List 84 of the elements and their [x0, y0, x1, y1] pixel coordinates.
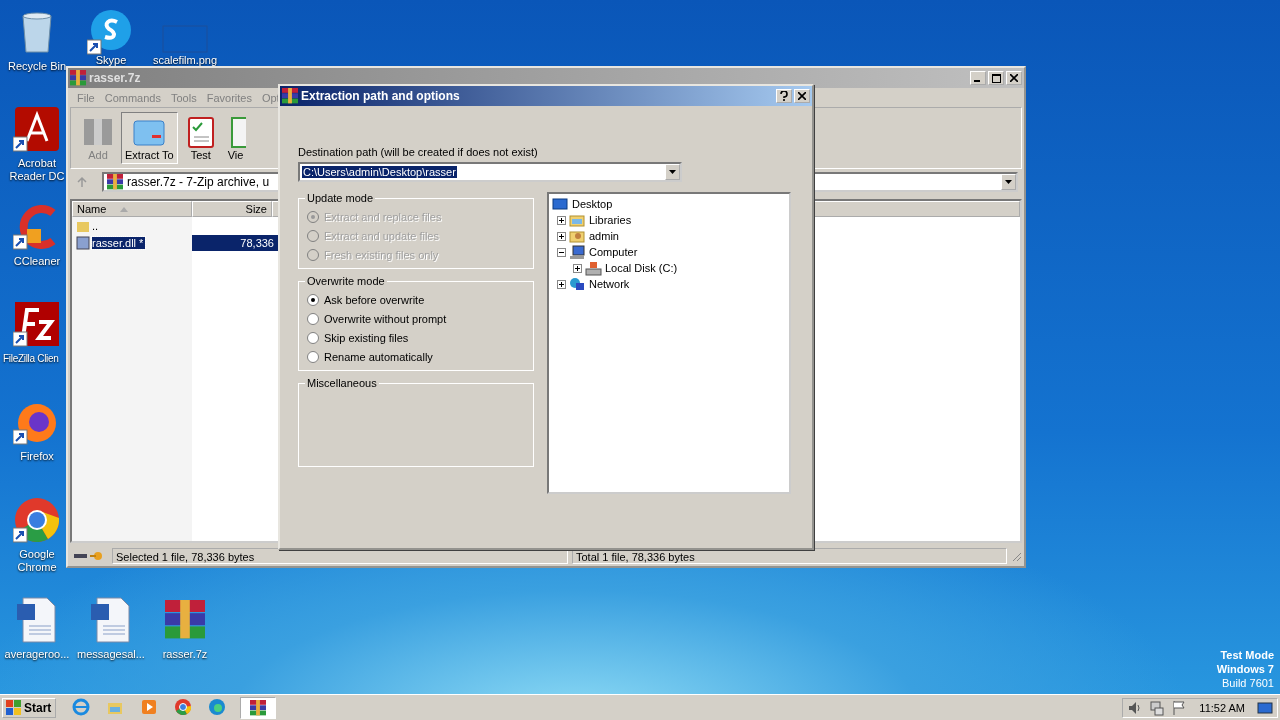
windows-logo-icon	[6, 699, 22, 716]
tree-item[interactable]: Desktop	[572, 198, 613, 210]
dialog-title: Extraction path and options	[301, 89, 460, 103]
sort-arrow-icon	[120, 206, 129, 212]
expand-icon[interactable]	[557, 231, 566, 241]
desktop-icon	[552, 196, 569, 212]
clock[interactable]: 11:52 AM	[1199, 701, 1245, 714]
group-title: Update mode	[306, 192, 375, 204]
network-icon[interactable]	[1149, 699, 1166, 716]
radio-button[interactable]	[307, 332, 319, 344]
file-name-cell[interactable]: rasser.dll *	[72, 236, 192, 250]
icon-label: Skype	[95, 54, 127, 67]
archive-icon	[70, 70, 86, 86]
resize-grip[interactable]	[1011, 550, 1022, 562]
disk-icon	[585, 260, 602, 276]
media-player-icon	[140, 697, 159, 716]
chrome-icon[interactable]	[13, 496, 61, 544]
column-header[interactable]: Name	[72, 201, 192, 217]
icon-label: messagesal...	[77, 648, 145, 661]
maximize-icon	[991, 73, 1001, 83]
field-label: Destination path (will be created if does not exist)	[298, 146, 539, 158]
toolbar-button[interactable]: Vie	[223, 112, 247, 164]
collapse-icon[interactable]	[557, 247, 566, 257]
tree-item[interactable]: Network	[589, 278, 630, 290]
file-icon	[76, 236, 90, 250]
window-title: rasser.7z	[89, 71, 141, 85]
internet-explorer-icon	[72, 697, 91, 716]
help-button[interactable]	[776, 89, 792, 103]
radio-button[interactable]	[307, 351, 319, 363]
icon-label: FileZilla Clien	[3, 352, 59, 365]
computer-icon	[569, 244, 586, 260]
filezilla-icon[interactable]	[13, 300, 61, 348]
destination-path-field[interactable]: C:\Users\admin\Desktop\rasser	[298, 162, 682, 182]
system-info-text: Test Mode	[1220, 648, 1274, 662]
radio-button[interactable]	[307, 294, 319, 306]
group-title: Miscellaneous	[306, 377, 378, 389]
close-icon	[1010, 74, 1018, 82]
archive-icon	[107, 174, 123, 190]
caret-icon	[1005, 180, 1012, 184]
icon-label: CCleaner	[13, 255, 61, 268]
acrobat-icon[interactable]	[13, 105, 61, 153]
option-label[interactable]: Rename automatically	[324, 351, 433, 363]
chrome-icon	[174, 697, 193, 716]
file-name-cell[interactable]: ..	[72, 219, 192, 233]
expand-icon[interactable]	[557, 279, 566, 289]
network-icon	[569, 276, 586, 292]
icon-label: scalefilm.png	[152, 54, 218, 67]
icon-label: Acrobat Reader DC	[8, 157, 66, 183]
option-label[interactable]: Skip existing files	[324, 332, 409, 344]
toolbar-button[interactable]: Extract To	[121, 112, 178, 164]
icon-label: rasser.7z	[162, 648, 208, 661]
edge-icon	[208, 697, 227, 716]
icon-label: Recycle Bin	[7, 60, 67, 73]
close-icon	[798, 92, 806, 100]
toolbar-button[interactable]: Test	[179, 112, 222, 164]
icon-label: Firefox	[20, 450, 54, 463]
user-folder-icon	[569, 228, 586, 244]
expand-icon[interactable]	[557, 215, 566, 225]
group-title: Overwrite mode	[306, 275, 386, 287]
tree-item[interactable]: Local Disk (C:)	[605, 262, 678, 274]
folder-icon	[76, 219, 90, 233]
flag-icon[interactable]	[1171, 699, 1188, 716]
tree-item[interactable]: admin	[589, 230, 619, 242]
system-info-text: Windows 7	[1216, 662, 1274, 676]
taskbar-button[interactable]	[240, 696, 277, 719]
question-mark-icon	[780, 91, 788, 101]
column-header[interactable]: Size	[192, 201, 272, 217]
caret-icon	[669, 170, 676, 174]
radio-button[interactable]	[307, 313, 319, 325]
system-info-text: Build 7601	[1222, 676, 1274, 690]
archive-icon	[249, 698, 268, 717]
icon-label: Google Chrome	[16, 548, 58, 574]
tree-item[interactable]: Libraries	[589, 214, 632, 226]
archive-icon	[282, 88, 298, 104]
tree-item[interactable]: Computer	[589, 246, 638, 258]
expand-icon[interactable]	[573, 263, 582, 273]
folder-icon	[569, 212, 586, 228]
option-label[interactable]: Overwrite without prompt	[324, 313, 447, 325]
option-label[interactable]: Ask before overwrite	[324, 294, 425, 306]
close-button[interactable]	[794, 89, 810, 103]
size-cell: 78,336	[240, 237, 274, 249]
start-button[interactable]: Start	[2, 697, 57, 718]
icon-label: averageroo...	[4, 648, 70, 661]
show-desktop-icon[interactable]	[1257, 700, 1273, 715]
